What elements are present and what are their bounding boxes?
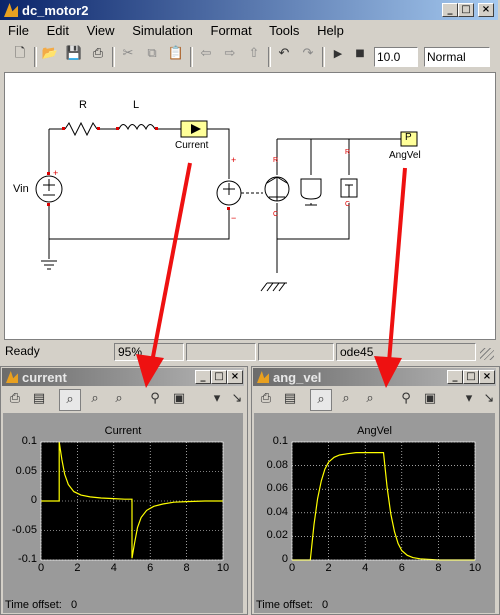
annotation-arrows bbox=[136, 162, 407, 388]
arrow-current-head bbox=[136, 354, 164, 388]
arrow-angvel bbox=[387, 167, 407, 363]
arrow-angvel-head bbox=[374, 356, 402, 388]
arrow-current bbox=[150, 162, 192, 363]
